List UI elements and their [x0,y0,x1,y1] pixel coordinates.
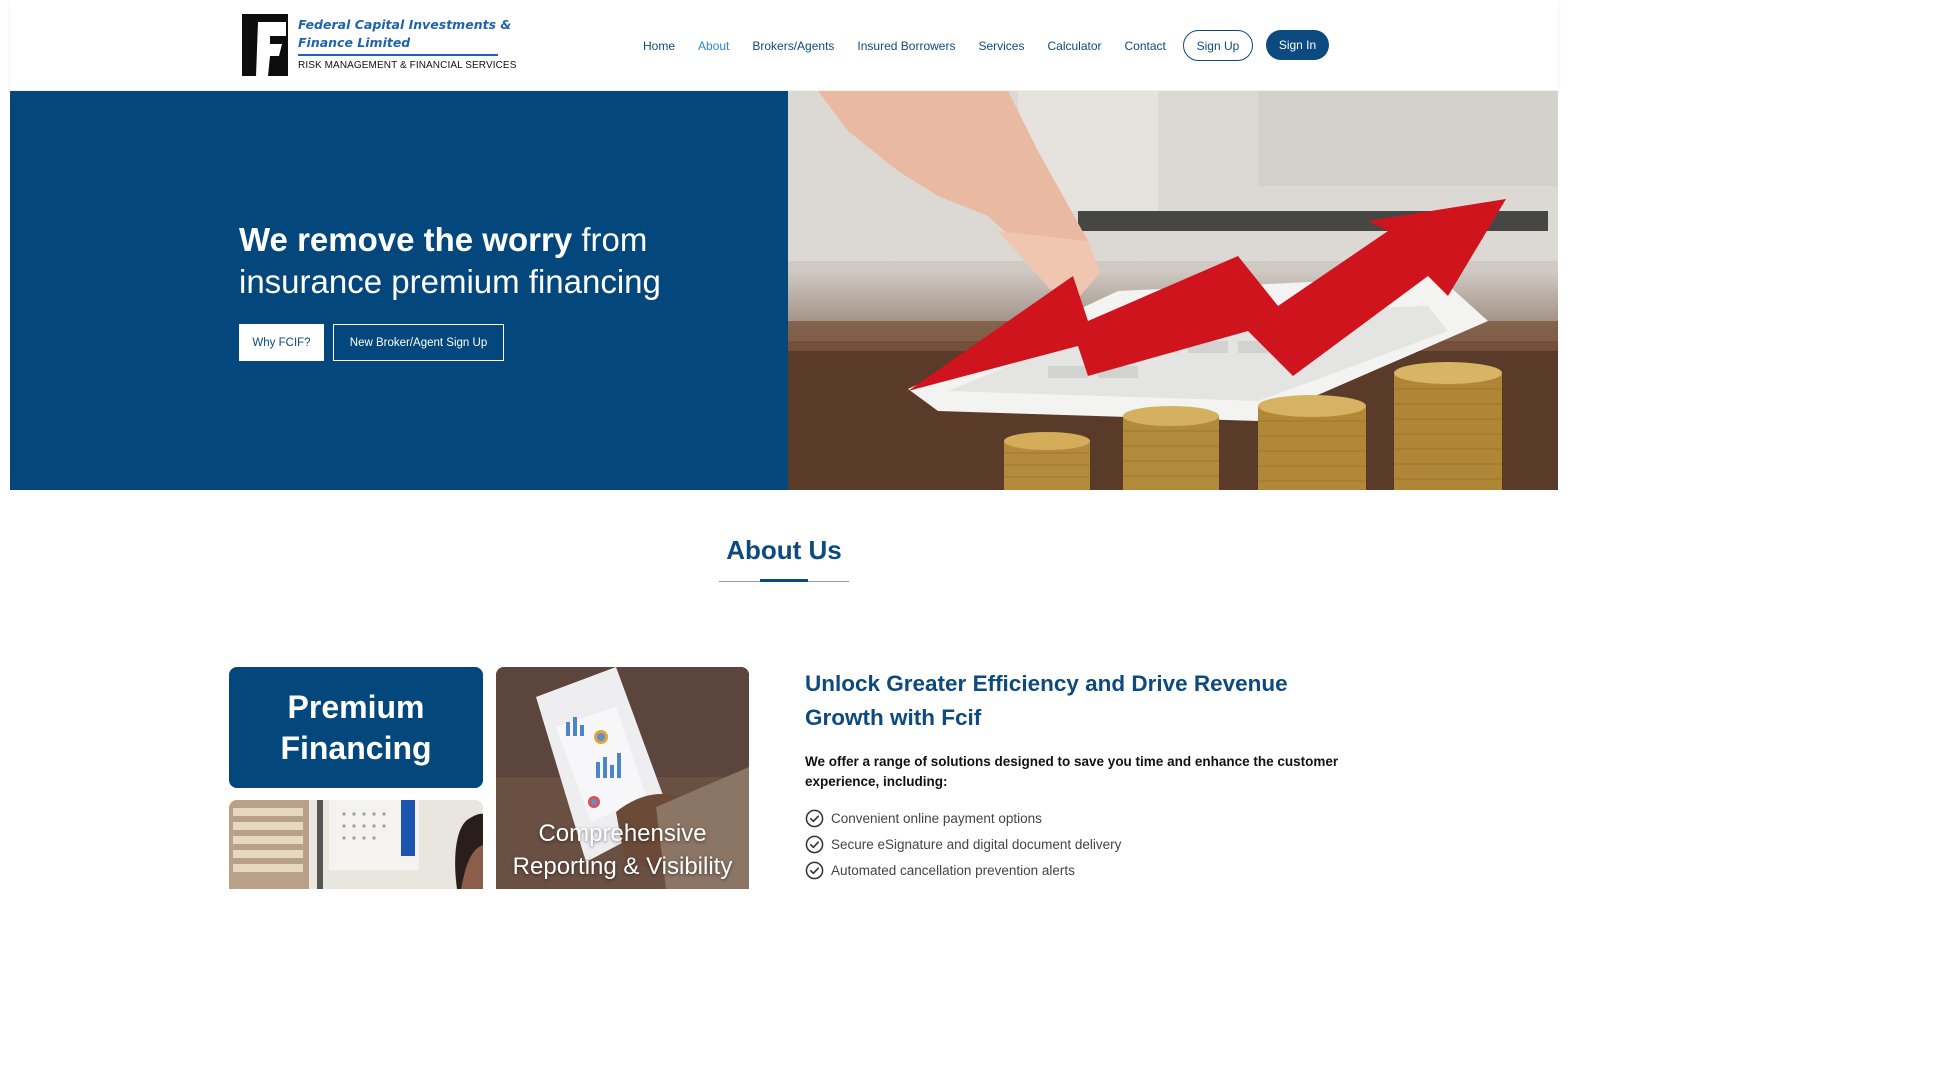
brand-tagline: RISK MANAGEMENT & FINANCIAL SERVICES [298,60,517,71]
brand-divider [298,54,498,56]
brand-logo[interactable]: Federal Capital Investments & Finance Li… [242,14,516,78]
solutions-intro: We offer a range of solutions designed t… [805,754,1339,789]
hero-title-bold: We remove the worry [239,221,573,258]
brand-name-line2: Finance Limited [298,35,411,50]
nav-insured-borrowers[interactable]: Insured Borrowers [857,39,955,53]
hero-title: We remove the worry from insurance premi… [239,219,759,303]
check-circle-icon [805,809,824,827]
about-divider-accent [760,579,808,582]
nav-contact[interactable]: Contact [1125,39,1166,53]
list-item: Convenient online payment options [805,805,1345,831]
site-header: Federal Capital Investments & Finance Li… [10,0,1558,90]
nav-brokers-agents[interactable]: Brokers/Agents [752,39,834,53]
about-title: About Us [726,535,842,565]
feature-list: Convenient online payment options Secure… [805,805,1345,883]
check-circle-icon [805,861,824,879]
premium-financing-label: Premium Financing [280,688,432,766]
why-fcif-button[interactable]: Why FCIF? [239,324,324,361]
main-nav: Home About Brokers/Agents Insured Borrow… [643,30,1189,62]
nav-calculator[interactable]: Calculator [1047,39,1101,53]
hero-image [788,91,1558,490]
brand-name: Federal Capital Investments & Finance Li… [298,16,518,52]
reporting-visibility-card[interactable]: Comprehensive Reporting & Visibility [496,667,749,889]
broker-signup-button[interactable]: New Broker/Agent Sign Up [333,324,504,361]
list-item: Secure eSignature and digital document d… [805,831,1345,857]
feature-text: Convenient online payment options [831,810,1042,826]
brand-name-line1: Federal Capital Investments & [298,17,512,32]
list-item: Automated cancellation prevention alerts [805,857,1345,883]
check-circle-icon [805,835,824,853]
sign-in-button[interactable]: Sign In [1266,30,1329,60]
feature-text: Secure eSignature and digital document d… [831,836,1122,852]
nav-services[interactable]: Services [978,39,1024,53]
hero-panel: We remove the worry from insurance premi… [10,91,788,490]
reporting-visibility-label: Comprehensive Reporting & Visibility [512,820,733,880]
nav-about[interactable]: About [698,39,729,53]
feature-text: Automated cancellation prevention alerts [831,862,1075,878]
sign-up-button[interactable]: Sign Up [1183,30,1253,61]
premium-financing-card[interactable]: Premium Financing [229,667,483,788]
nav-home[interactable]: Home [643,39,675,53]
office-photo-card [229,800,483,889]
unlock-heading: Unlock Greater Efficiency and Drive Reve… [805,671,1288,730]
fcif-logo-icon [242,14,288,76]
